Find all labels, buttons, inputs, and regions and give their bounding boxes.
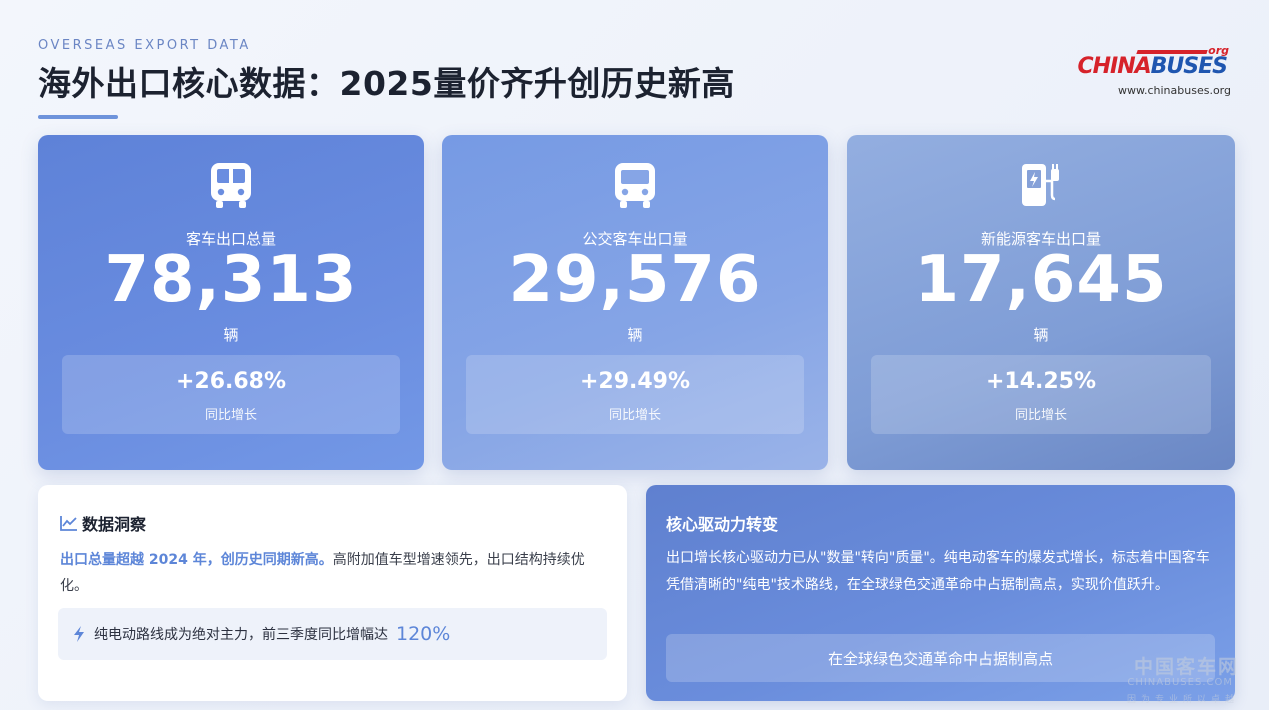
- insight-highlight: 出口总量超越 2024 年，创历史同期新高。: [60, 552, 333, 568]
- ev-charger-icon: [1022, 164, 1059, 206]
- stat-card-nev-bus-exports: 新能源客车出口量 17,645 辆 +14.25% 同比增长: [847, 135, 1235, 470]
- growth-box: +26.68% 同比增长: [62, 355, 400, 434]
- insight-title: 数据洞察: [82, 515, 147, 534]
- card-unit: 辆: [1033, 326, 1049, 344]
- growth-label: 同比增长: [608, 408, 661, 423]
- watermark-tagline: 因为专业所以卓越: [1126, 695, 1239, 705]
- chinabuses-watermark: 中国客车网 CHINABUSES.COM 因为专业所以卓越: [1109, 652, 1239, 706]
- logo-wordmark: CHINABUSES: [1077, 54, 1228, 79]
- growth-box: +14.25% 同比增长: [871, 355, 1211, 434]
- card-unit: 辆: [223, 326, 239, 344]
- bus-front-icon: [211, 163, 251, 208]
- chinabuses-logo: .org CHINABUSES www.chinabuses.org: [1077, 44, 1231, 100]
- stat-card-city-bus-exports: 公交客车出口量 29,576 辆 +29.49% 同比增长: [442, 135, 828, 470]
- data-insight-panel: 数据洞察 出口总量超越 2024 年，创历史同期新高。高附加值车型增速领先，出口…: [38, 485, 627, 701]
- driver-title: 核心驱动力转变: [666, 515, 779, 534]
- card-value: 17,645: [914, 243, 1168, 317]
- callout-text: 纯电动路线成为绝对主力，前三季度同比增幅达: [94, 627, 388, 643]
- card-value: 78,313: [104, 243, 358, 317]
- callout-value: 120%: [396, 623, 451, 645]
- logo-china: CHINA: [1077, 54, 1151, 79]
- card-value: 29,576: [508, 243, 762, 317]
- growth-value: +26.68%: [175, 369, 287, 394]
- page-subtitle: OVERSEAS EXPORT DATA: [38, 38, 251, 53]
- insight-header: 数据洞察: [60, 511, 146, 535]
- lightning-icon: [74, 626, 84, 642]
- watermark-en: CHINABUSES.COM: [1127, 677, 1233, 688]
- driver-text: 出口增长核心驱动力已从"数量"转向"质量"。纯电动客车的爆发式增长，标志着中国客…: [666, 550, 1210, 593]
- stat-card-total-exports: 客车出口总量 78,313 辆 +26.68% 同比增长: [38, 135, 424, 470]
- growth-label: 同比增长: [204, 408, 257, 423]
- logo-url: www.chinabuses.org: [1118, 84, 1231, 97]
- growth-box: +29.49% 同比增长: [466, 355, 804, 434]
- title-underline: [38, 115, 118, 119]
- growth-value: +14.25%: [985, 369, 1097, 394]
- insight-text: 出口总量超越 2024 年，创历史同期新高。高附加值车型增速领先，出口结构持续优…: [60, 547, 605, 599]
- growth-value: +29.49%: [579, 369, 691, 394]
- city-bus-icon: [615, 163, 655, 208]
- growth-label: 同比增长: [1014, 408, 1067, 423]
- page-title: 海外出口核心数据：2025量价齐升创历史新高: [38, 64, 735, 103]
- insight-callout: 纯电动路线成为绝对主力，前三季度同比增幅达 120%: [58, 608, 607, 660]
- trend-chart-icon: [60, 516, 77, 531]
- card-unit: 辆: [627, 326, 643, 344]
- logo-buses: BUSES: [1150, 54, 1228, 79]
- watermark-cn: 中国客车网: [1133, 656, 1239, 678]
- page-header: OVERSEAS EXPORT DATA 海外出口核心数据：2025量价齐升创历…: [38, 38, 735, 105]
